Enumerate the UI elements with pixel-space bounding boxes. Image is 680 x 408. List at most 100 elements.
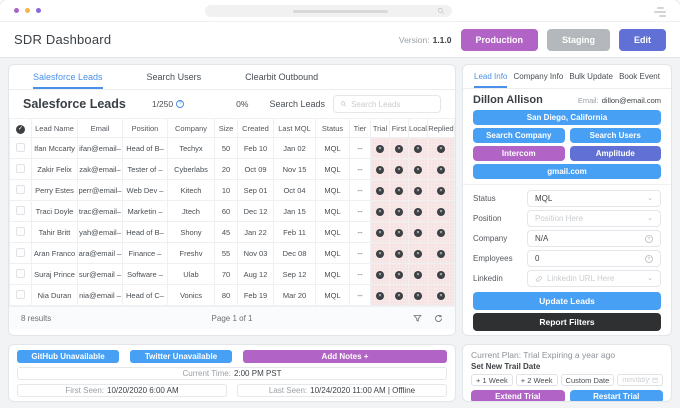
cell-created: Aug 12 — [238, 264, 274, 285]
tab-search-users[interactable]: Search Users — [147, 65, 202, 89]
crossed-circle-icon: × — [437, 166, 445, 174]
table-row[interactable]: Tahir Brittyah@email–Head of B–Shony45Ja… — [10, 222, 455, 243]
window-controls[interactable] — [14, 8, 41, 13]
col-created: Created — [238, 119, 274, 138]
divider — [463, 184, 671, 185]
cell-last-mql: Dec 08 — [274, 243, 316, 264]
tab-company-info[interactable]: Company Info — [513, 65, 563, 88]
cell-last-mql: Mar 20 — [274, 285, 316, 306]
tab-book-event[interactable]: Book Event — [619, 65, 660, 88]
report-filters-button[interactable]: Report Filters — [473, 313, 661, 331]
flag-cell: × — [428, 285, 455, 306]
flag-cell: × — [409, 138, 428, 159]
cell-created: Feb 10 — [238, 138, 274, 159]
clear-icon[interactable]: × — [645, 255, 653, 263]
url-text-placeholder — [293, 10, 388, 13]
app-header: SDR Dashboard Version: 1.1.0 Production … — [0, 22, 680, 58]
edit-button[interactable]: Edit — [619, 29, 666, 51]
cell-name: Zakir Felix — [32, 159, 78, 180]
custom-date-input[interactable] — [622, 377, 650, 384]
custom-date-button[interactable]: Custom Date — [561, 374, 615, 386]
row-checkbox[interactable] — [16, 248, 25, 257]
row-checkbox[interactable] — [16, 290, 25, 299]
extend-trial-button[interactable]: Extend Trial — [471, 390, 565, 402]
location-button[interactable]: San Diego, California — [473, 110, 661, 125]
tab-clearbit-outbound[interactable]: Clearbit Outbound — [245, 65, 318, 89]
search-company-button[interactable]: Search Company — [473, 128, 565, 143]
plus-2-week-button[interactable]: + 2 Week — [516, 374, 558, 386]
crossed-circle-icon: × — [414, 229, 422, 237]
cell-last-mql: Sep 12 — [274, 264, 316, 285]
employees-field[interactable]: 0 × — [527, 250, 661, 267]
set-trial-date-label: Set New Trail Date — [471, 362, 663, 371]
select-all-checkbox[interactable]: ✓ — [16, 125, 25, 134]
trial-panel: Current Plan: Trial Expiring a year ago … — [462, 344, 672, 402]
table-row[interactable]: Perry Estesperr@email–Web Dev –Kitech10S… — [10, 180, 455, 201]
window-control-dot[interactable] — [25, 8, 30, 13]
cell-last-mql: Nov 15 — [274, 159, 316, 180]
cell-status: MQL — [316, 180, 350, 201]
tab-bulk-update[interactable]: Bulk Update — [569, 65, 613, 88]
help-icon[interactable]: ? — [176, 100, 184, 108]
gmail-button[interactable]: gmail.com — [473, 164, 661, 179]
row-checkbox[interactable] — [16, 185, 25, 194]
company-field[interactable]: N/A × — [527, 230, 661, 247]
cell-position: Tester of – — [123, 159, 168, 180]
cell-status: MQL — [316, 222, 350, 243]
leads-table: ✓ Lead Name Email Position Company Size … — [9, 118, 455, 306]
github-button[interactable]: GitHub Unavailable — [17, 350, 119, 363]
search-users-button[interactable]: Search Users — [570, 128, 662, 143]
row-checkbox[interactable] — [16, 227, 25, 236]
search-leads-input[interactable] — [351, 100, 434, 109]
flag-cell: × — [409, 243, 428, 264]
staging-button[interactable]: Staging — [547, 29, 610, 51]
cell-position: Finance – — [123, 243, 168, 264]
flag-cell: × — [428, 138, 455, 159]
table-row[interactable]: Ifan Mccartyifan@email–Head of B–Techyx5… — [10, 138, 455, 159]
crossed-circle-icon: × — [395, 208, 403, 216]
cell-status: MQL — [316, 138, 350, 159]
production-button[interactable]: Production — [461, 29, 539, 51]
status-select[interactable]: MQL ⌄ — [527, 190, 661, 207]
crossed-circle-icon: × — [437, 271, 445, 279]
restart-trial-button[interactable]: Restart Trial — [570, 390, 664, 402]
table-row[interactable]: Suraj Princesur@email –Software –Ulab70A… — [10, 264, 455, 285]
cell-company: Cyberlabs — [168, 159, 215, 180]
col-replied: Replied — [428, 119, 455, 138]
menu-icon[interactable] — [654, 7, 666, 17]
crossed-circle-icon: × — [376, 187, 384, 195]
intercom-button[interactable]: Intercom — [473, 146, 565, 161]
row-checkbox[interactable] — [16, 269, 25, 278]
refresh-icon[interactable] — [434, 314, 443, 323]
filter-icon[interactable] — [413, 314, 422, 323]
flag-cell: × — [409, 285, 428, 306]
table-row[interactable]: Traci Doyletrac@email–Marketin –Jtech60D… — [10, 201, 455, 222]
update-leads-button[interactable]: Update Leads — [473, 292, 661, 310]
tab-lead-info[interactable]: Lead Info — [474, 65, 507, 88]
cell-status: MQL — [316, 285, 350, 306]
url-bar[interactable] — [205, 5, 452, 17]
cell-size: 45 — [215, 222, 238, 243]
plus-1-week-button[interactable]: + 1 Week — [471, 374, 513, 386]
row-checkbox[interactable] — [16, 143, 25, 152]
table-row[interactable]: Nia Durannia@email –Head of C–Vonics80Fe… — [10, 285, 455, 306]
window-control-dot[interactable] — [14, 8, 19, 13]
window-control-dot[interactable] — [36, 8, 41, 13]
company-value: N/A — [535, 234, 548, 243]
cell-position: Head of B– — [123, 222, 168, 243]
chevron-down-icon: ⌄ — [647, 195, 653, 202]
table-row[interactable]: Zakir Felixzak@email–Tester of –Cyberlab… — [10, 159, 455, 180]
add-notes-button[interactable]: Add Notes + — [243, 350, 447, 363]
col-local: Local — [409, 119, 428, 138]
first-seen-value: 10/20/2020 6:00 AM — [107, 386, 179, 395]
row-checkbox[interactable] — [16, 206, 25, 215]
amplitude-button[interactable]: Amplitude — [570, 146, 662, 161]
row-checkbox[interactable] — [16, 164, 25, 173]
twitter-button[interactable]: Twitter Unavailable — [130, 350, 232, 363]
linkedin-field[interactable]: Linkedin URL Here ⌄ — [527, 270, 661, 287]
position-select[interactable]: Position Here ⌄ — [527, 210, 661, 227]
tab-salesforce-leads[interactable]: Salesforce Leads — [33, 65, 103, 89]
chevron-down-icon: ⌄ — [647, 215, 653, 222]
table-row[interactable]: Aran Francoara@email –Finance –Freshv55N… — [10, 243, 455, 264]
clear-icon[interactable]: × — [645, 235, 653, 243]
